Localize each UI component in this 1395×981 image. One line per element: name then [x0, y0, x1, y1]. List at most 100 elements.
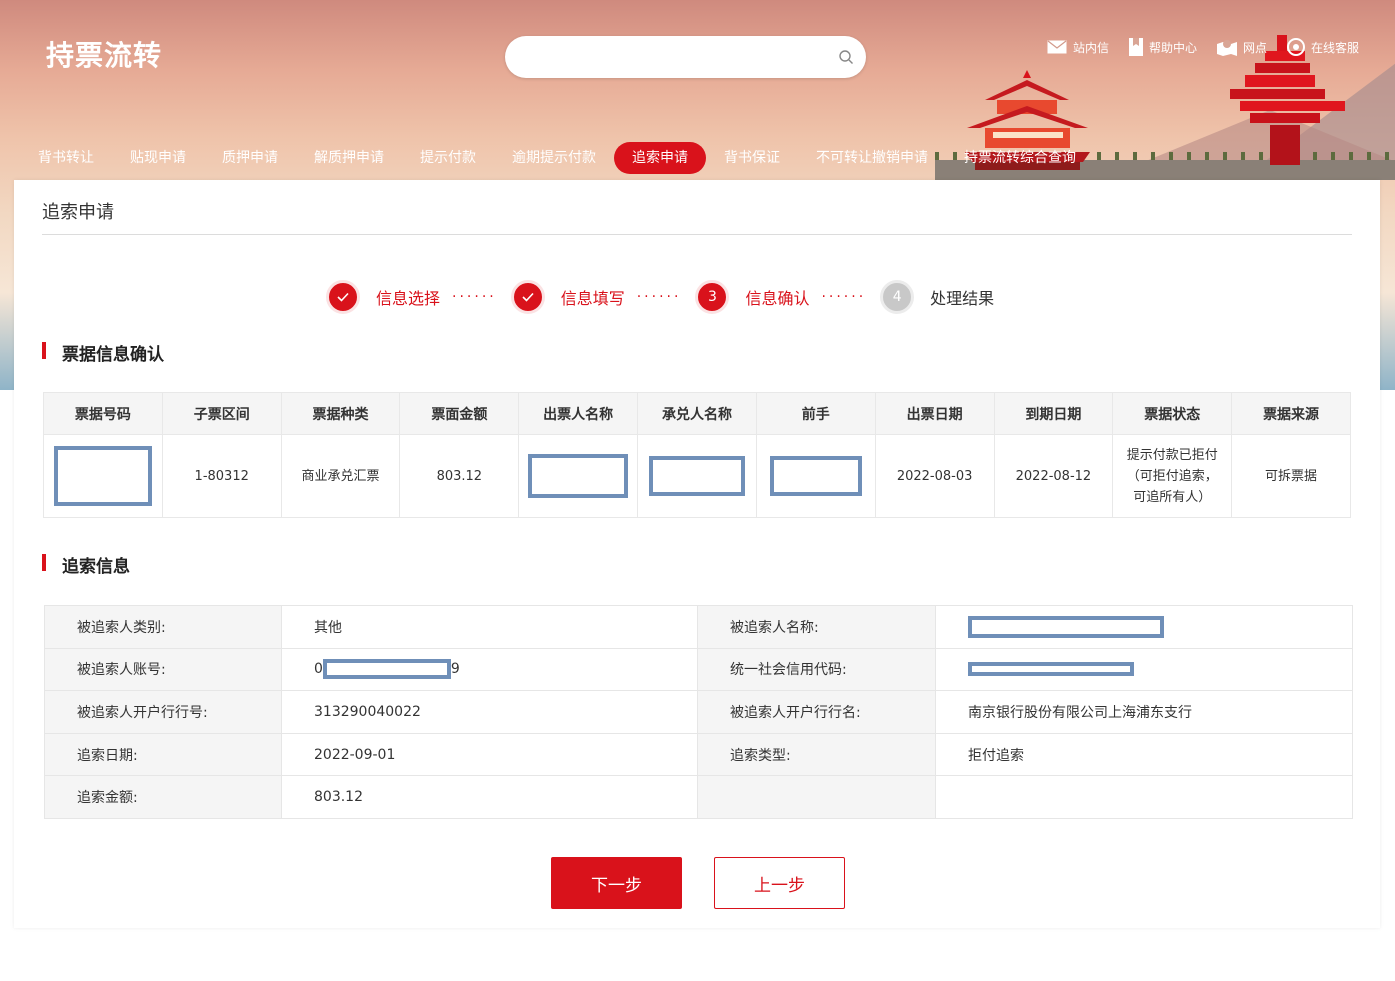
search-icon[interactable]	[838, 49, 854, 65]
cell-source: 可拆票据	[1231, 434, 1351, 518]
nav-item-payment-prompt[interactable]: 提示付款	[402, 142, 494, 174]
cell-acceptor	[637, 434, 757, 518]
redacted-box	[968, 662, 1134, 677]
nav-item-overdue-payment[interactable]: 逾期提示付款	[494, 142, 614, 174]
link-label: 在线客服	[1310, 40, 1359, 55]
step-connector: ······	[636, 289, 682, 305]
headset-icon	[1286, 38, 1305, 56]
column-header: 出票日期	[874, 392, 995, 435]
column-header: 票据号码	[43, 392, 163, 435]
search-box[interactable]	[505, 36, 866, 78]
cell-due-date: 2022-08-12	[993, 434, 1114, 518]
cell-sub-range: 1-80312	[161, 434, 282, 518]
cell-bill-type: 商业承兑汇票	[280, 434, 401, 518]
table-row: 被追索人类别: 其他 被追索人名称:	[44, 605, 1353, 649]
table-row: 被追索人开户行行号: 313290040022 被追索人开户行行名: 南京银行股…	[44, 690, 1353, 734]
section-title-bill: 票据信息确认	[42, 340, 164, 365]
account-prefix: 0	[314, 661, 323, 678]
redacted-box	[648, 456, 745, 496]
cell-issue-date: 2022-08-03	[874, 434, 995, 518]
nav-item-endorse[interactable]: 背书转让	[20, 142, 112, 174]
field-label: 追索类型:	[697, 732, 936, 777]
app-logo[interactable]: 持票流转	[46, 34, 162, 74]
search-input[interactable]	[523, 46, 823, 68]
field-value: 南京银行股份有限公司上海浦东支行	[935, 690, 1353, 734]
check-icon	[510, 280, 545, 314]
column-header: 承兑人名称	[637, 392, 757, 435]
nav-item-query[interactable]: 持票流转综合查询	[946, 142, 1094, 174]
redacted-box	[322, 659, 451, 680]
link-label: 网点	[1242, 40, 1267, 55]
redacted-box	[53, 446, 152, 506]
field-value: 拒付追索	[935, 732, 1353, 777]
column-header: 票据状态	[1112, 392, 1233, 435]
section-title-recourse: 追索信息	[42, 552, 130, 577]
field-value: 803.12	[281, 775, 698, 819]
column-header: 前手	[755, 392, 876, 435]
field-label: 被追索人开户行行号:	[44, 690, 282, 734]
next-button[interactable]: 下一步	[551, 857, 682, 909]
mail-icon	[1047, 40, 1067, 54]
step-connector: ······	[821, 289, 867, 305]
link-label: 帮助中心	[1148, 40, 1197, 55]
link-label: 站内信	[1072, 40, 1109, 55]
cell-status: 提示付款已拒付（可拒付追索，可追所有人）	[1112, 434, 1233, 518]
step-1: 信息选择 ······	[326, 280, 511, 314]
nav-item-unpledge[interactable]: 解质押申请	[296, 142, 402, 174]
field-label: 被追索人类别:	[44, 605, 282, 649]
nav-item-endorse-guarantee[interactable]: 背书保证	[706, 142, 798, 174]
link-help[interactable]: 帮助中心	[1128, 38, 1197, 56]
link-branches[interactable]: 网点	[1216, 38, 1267, 56]
step-label: 信息填写	[560, 289, 625, 308]
table-header-row: 票据号码 子票区间 票据种类 票面金额 出票人名称 承兑人名称 前手 出票日期 …	[43, 392, 1351, 435]
step-label: 信息选择	[376, 289, 441, 308]
field-value	[935, 605, 1353, 649]
field-value	[935, 775, 1353, 819]
column-header: 票面金额	[399, 392, 520, 435]
field-label	[697, 775, 936, 819]
cell-bill-no	[43, 434, 163, 518]
field-value: 09	[281, 647, 698, 692]
column-header: 出票人名称	[518, 392, 639, 435]
map-pin-icon	[1216, 40, 1237, 56]
table-row: 被追索人账号: 09 统一社会信用代码:	[44, 647, 1353, 692]
step-number: 4	[880, 280, 915, 314]
bill-table: 票据号码 子票区间 票据种类 票面金额 出票人名称 承兑人名称 前手 出票日期 …	[43, 392, 1351, 518]
redacted-box	[769, 456, 862, 496]
field-label: 被追索人名称:	[697, 605, 936, 649]
step-number: 3	[695, 280, 730, 314]
page-title: 追索申请	[42, 202, 114, 223]
step-label: 信息确认	[745, 289, 810, 308]
account-suffix: 9	[450, 661, 460, 678]
column-header: 票据种类	[280, 392, 401, 435]
step-4: 4 处理结果	[880, 280, 994, 314]
prev-button[interactable]: 上一步	[714, 857, 845, 909]
nav-item-recourse[interactable]: 追索申请	[614, 142, 706, 174]
check-icon	[326, 280, 360, 314]
field-value: 313290040022	[281, 690, 698, 734]
main-nav: 背书转让 贴现申请 质押申请 解质押申请 提示付款 逾期提示付款 追索申请 背书…	[20, 142, 1094, 174]
field-value: 2022-09-01	[281, 732, 698, 777]
nav-item-pledge[interactable]: 质押申请	[204, 142, 296, 174]
field-label: 被追索人账号:	[44, 647, 282, 692]
main-card: 追索申请 信息选择 ······ 信息填写 ······ 3 信息确认 ····…	[14, 180, 1380, 928]
nav-item-discount[interactable]: 贴现申请	[112, 142, 204, 174]
top-links: 站内信 帮助中心 网点 在线客服	[1047, 38, 1359, 56]
title-divider	[42, 234, 1352, 235]
recourse-info-table: 被追索人类别: 其他 被追索人名称: 被追索人账号: 09 统一社会信用代码: …	[44, 605, 1353, 819]
step-connector: ······	[452, 289, 497, 305]
field-value: 其他	[281, 605, 698, 649]
cell-drawer	[518, 434, 639, 518]
book-icon	[1128, 38, 1143, 56]
redacted-box	[968, 615, 1164, 638]
table-row: 追索金额: 803.12	[44, 775, 1353, 819]
field-value	[935, 647, 1353, 692]
column-header: 子票区间	[161, 392, 282, 435]
link-customer-service[interactable]: 在线客服	[1286, 38, 1359, 56]
field-label: 追索金额:	[44, 775, 282, 819]
step-2: 信息填写 ······	[510, 280, 696, 314]
nav-item-revoke-nontransferable[interactable]: 不可转让撤销申请	[798, 142, 946, 174]
step-3: 3 信息确认 ······	[695, 280, 880, 314]
column-header: 票据来源	[1231, 392, 1351, 435]
link-messages[interactable]: 站内信	[1047, 38, 1109, 56]
